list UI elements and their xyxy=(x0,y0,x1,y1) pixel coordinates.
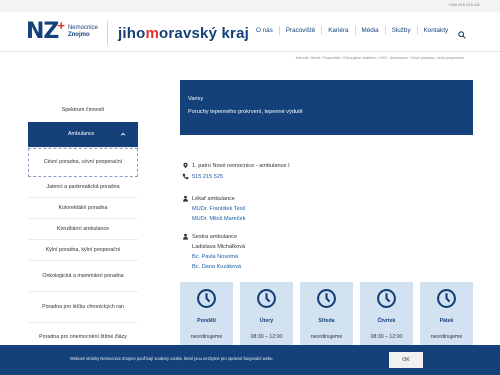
nurse-name[interactable]: Bc. Pavla Novotná xyxy=(192,253,238,261)
sidebar-item-ambulance[interactable]: Ambulance xyxy=(28,122,138,148)
region-part2: m xyxy=(145,25,160,42)
nurse-name[interactable]: Bc. Dana Kozáková xyxy=(192,263,241,271)
logo-text: Nemocnice Znojmo xyxy=(68,25,98,39)
phone-icon xyxy=(182,173,189,180)
opening-hours: Pondělí neordinujeme Úterý 08:30 – 12:00… xyxy=(180,282,473,347)
sidebar-item-label: Ambulance xyxy=(68,131,95,137)
sidebar-subitem-jaterni[interactable]: Jaterní a pankreatická poradna xyxy=(28,177,138,198)
top-phone[interactable]: +420 515 215 111 xyxy=(448,2,480,7)
logo-mark: NZ xyxy=(26,19,59,44)
day-name: Pátek xyxy=(439,318,454,324)
region-part1: jiho xyxy=(118,25,146,42)
sidebar: Spektrum činností Ambulance Cévní poradn… xyxy=(28,98,138,352)
nav-item-media[interactable]: Média xyxy=(354,26,385,35)
sidebar-subitem-konziliarni[interactable]: Konziliární ambulance xyxy=(28,219,138,240)
doctor-name[interactable]: MUDr. František Tesil xyxy=(192,205,245,213)
clock-icon xyxy=(317,289,336,308)
logo-plus: + xyxy=(57,17,65,33)
day-tile-wednesday: Středa neordinujeme xyxy=(300,282,353,347)
day-name: Středa xyxy=(318,318,335,324)
doctor-label: Lékař ambulance xyxy=(192,196,235,202)
sidebar-subitem-onkologicka[interactable]: Onkologická a mammární poradna xyxy=(28,261,138,292)
banner-line2: Poruchy tepenného prokrvení, tepenné výd… xyxy=(188,109,303,115)
doctor-icon xyxy=(183,195,188,202)
day-tile-tuesday: Úterý 08:30 – 12:00 xyxy=(240,282,293,347)
nav-item-sluzby[interactable]: Služby xyxy=(384,26,417,35)
region-logo[interactable]: jihomoravský kraj xyxy=(118,25,249,42)
nav-item-pracoviste[interactable]: Pracoviště xyxy=(278,26,321,35)
day-name: Pondělí xyxy=(197,318,216,324)
clock-icon xyxy=(257,289,276,308)
logo-line1: Nemocnice xyxy=(67,25,98,31)
site-header: NZ + Nemocnice Znojmo jihomoravský kraj … xyxy=(0,12,500,52)
day-hours: neordinujeme xyxy=(430,334,463,340)
hospital-logo[interactable]: NZ + Nemocnice Znojmo xyxy=(26,18,98,46)
cookie-bar: Webové stránky Nemocnice Znojmo používaj… xyxy=(0,345,500,375)
phone-number[interactable]: 515 215 525 xyxy=(192,173,223,181)
location-pin-icon xyxy=(183,162,188,169)
cookie-ok-button[interactable]: OK xyxy=(389,352,423,368)
day-name: Úterý xyxy=(259,318,274,324)
sidebar-subitem-kolorektalni[interactable]: Kolorektální poradna xyxy=(28,198,138,219)
day-tile-monday: Pondělí neordinujeme xyxy=(180,282,233,347)
address-text: 1. patro Nové nemocnice - ambulance I xyxy=(192,163,290,169)
banner-line1: Varixy xyxy=(188,96,204,102)
main-nav: O nás Pracoviště Kariéra Média Služby Ko… xyxy=(256,26,466,39)
day-name: Čtvrtek xyxy=(377,318,396,324)
clock-icon xyxy=(377,289,396,308)
sidebar-item-spektrum[interactable]: Spektrum činností xyxy=(28,98,138,122)
logo-line2: Znojmo xyxy=(67,32,90,38)
breadcrumb[interactable]: Jste zde: Domů / Pracoviště / Chirurgick… xyxy=(295,56,464,60)
doctor-name[interactable]: MUDr. Miloš Mareček xyxy=(192,215,245,223)
nurse-name: Ladislava Michálková xyxy=(192,244,246,250)
nurse-label: Sestra ambulance xyxy=(192,234,238,240)
day-hours: 08:30 – 12:00 xyxy=(370,334,403,340)
nav-item-o-nas[interactable]: O nás xyxy=(256,26,279,35)
day-hours: neordinujeme xyxy=(190,334,223,340)
search-icon[interactable] xyxy=(458,26,466,39)
sidebar-subitem-kylni[interactable]: Kýlní poradna, kýlní pooperační xyxy=(28,240,138,261)
header-divider xyxy=(107,21,108,45)
day-tile-friday: Pátek neordinujeme xyxy=(420,282,473,347)
nav-item-kariera[interactable]: Kariéra xyxy=(321,26,354,35)
chevron-up-icon xyxy=(120,132,126,136)
top-strip: +420 515 215 111 xyxy=(0,0,500,12)
clock-icon xyxy=(197,289,216,308)
day-hours: 08:30 – 12:00 xyxy=(250,334,283,340)
service-banner: Varixy Poruchy tepenného prokrvení, tepe… xyxy=(180,80,473,135)
region-part3: oravský kraj xyxy=(159,25,249,42)
cookie-message: Webové stránky Nemocnice Znojmo používaj… xyxy=(70,356,274,361)
nav-item-kontakty[interactable]: Kontakty xyxy=(416,26,455,35)
sidebar-subitem-chronicke-rany[interactable]: Poradna pro léčbu chronických ran xyxy=(28,292,138,323)
clock-icon xyxy=(437,289,456,308)
sidebar-subitem-cevni[interactable]: Cévní poradna, cévní pooperační xyxy=(28,148,138,177)
day-tile-thursday: Čtvrtek 08:30 – 12:00 xyxy=(360,282,413,347)
day-hours: neordinujeme xyxy=(310,334,343,340)
nurse-icon xyxy=(183,233,188,240)
